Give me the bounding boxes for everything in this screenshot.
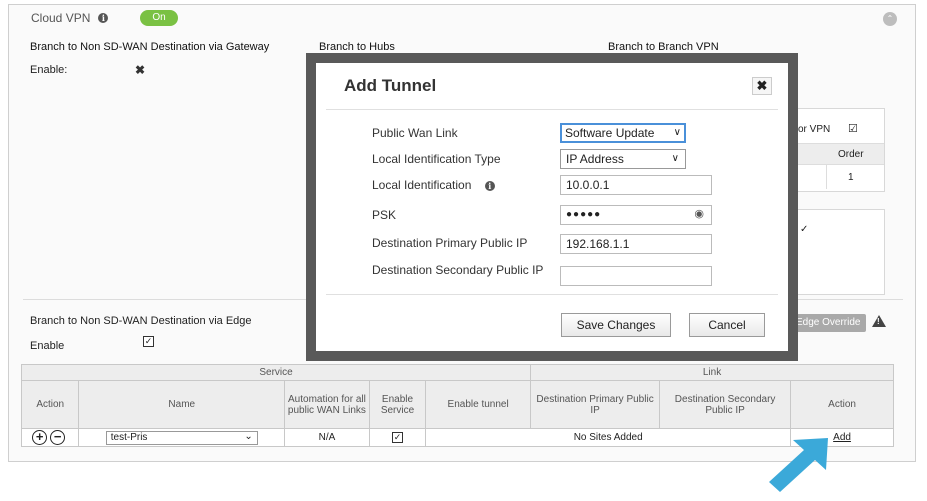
vpn-label: or VPN bbox=[798, 124, 831, 135]
local-id-input[interactable]: 10.0.0.1 bbox=[560, 175, 712, 195]
local-id-label-text: Local Identification bbox=[372, 178, 472, 192]
edge-section-title: Branch to Non SD-WAN Destination via Edg… bbox=[30, 315, 252, 327]
gateway-enable-x-icon[interactable]: ✖ bbox=[135, 63, 145, 77]
enable-service-checkbox[interactable]: ✓ bbox=[391, 432, 403, 443]
no-sites-cell: No Sites Added bbox=[425, 428, 792, 447]
add-row-button[interactable]: + bbox=[32, 430, 48, 445]
pointer-arrow bbox=[769, 438, 828, 492]
modal-backdrop-frame: Add Tunnel ✖ Public Wan Link Software Up… bbox=[306, 53, 798, 361]
save-changes-button[interactable]: Save Changes bbox=[561, 313, 671, 337]
automation-header: Automation for all public WAN Links bbox=[284, 380, 370, 429]
cancel-button[interactable]: Cancel bbox=[689, 313, 765, 337]
info-icon[interactable]: i bbox=[484, 181, 495, 191]
psk-value: ●●●●● bbox=[566, 209, 602, 220]
public-wan-link-value: Software Update bbox=[565, 126, 655, 140]
enable-service-header: Enable Service bbox=[368, 380, 427, 429]
local-id-type-value: IP Address bbox=[566, 152, 624, 166]
checkmark-icon: ✓ bbox=[800, 224, 809, 235]
order-divider bbox=[826, 165, 827, 189]
row-name-cell: test-Pris ⌄ bbox=[78, 428, 286, 447]
dialog-body: Public Wan Link Software Update ∨ Local I… bbox=[326, 109, 778, 295]
dest-secondary-header: Destination Secondary Public IP bbox=[659, 380, 792, 429]
edge-enable-label: Enable bbox=[30, 340, 65, 352]
dest-primary-label: Destination Primary Public IP bbox=[372, 236, 528, 250]
automation-cell: N/A bbox=[284, 428, 370, 447]
warning-icon: ! bbox=[872, 315, 886, 327]
psk-label: PSK bbox=[372, 208, 397, 222]
name-header: Name bbox=[78, 380, 286, 429]
eye-icon[interactable]: ◉ bbox=[694, 205, 705, 223]
add-tunnel-link[interactable]: Add bbox=[833, 432, 851, 443]
action2-header: Action bbox=[790, 380, 894, 429]
collapse-icon[interactable]: ⌃ bbox=[883, 12, 897, 26]
vpn-checkbox-icon[interactable]: ☑ bbox=[848, 122, 858, 135]
order-header-row: Order bbox=[798, 143, 884, 165]
dest-secondary-label: Destination Secondary Public IP bbox=[372, 263, 544, 277]
hub-order-box: or VPN ☑ Order 1 bbox=[795, 108, 885, 192]
panel-title: Cloud VPN bbox=[31, 11, 91, 25]
remove-row-button[interactable]: − bbox=[50, 430, 66, 445]
local-id-type-select[interactable]: IP Address ∨ bbox=[560, 149, 686, 169]
dest-primary-input[interactable]: 192.168.1.1 bbox=[560, 234, 712, 254]
gateway-enable-label: Enable: bbox=[30, 64, 68, 76]
chevron-down-icon: ∨ bbox=[673, 127, 681, 138]
panel-header: Cloud VPN i On bbox=[9, 5, 915, 31]
action-header: Action bbox=[20, 380, 80, 429]
dest-secondary-input[interactable] bbox=[560, 266, 712, 286]
service-name-value: test-Pris bbox=[110, 431, 148, 443]
dest-primary-header: Destination Primary Public IP bbox=[530, 380, 661, 429]
table-row: + − test-Pris ⌄ N/A ✓ No Sites Added Add bbox=[20, 428, 894, 447]
branch-vpn-section-title: Branch to Branch VPN bbox=[608, 41, 719, 53]
dialog-title: Add Tunnel bbox=[344, 76, 437, 95]
local-id-type-label: Local Identification Type bbox=[372, 152, 501, 166]
cloud-vpn-toggle[interactable]: On bbox=[140, 10, 178, 26]
edge-override-button[interactable]: Edge Override bbox=[788, 314, 866, 332]
right-info-box: ✓ bbox=[795, 209, 885, 295]
chevron-down-icon: ∨ bbox=[671, 153, 679, 164]
row-actions: + − bbox=[20, 428, 80, 447]
order-header: Order bbox=[838, 149, 864, 160]
order-value: 1 bbox=[848, 172, 854, 183]
local-id-label: Local Identification i bbox=[372, 178, 495, 192]
hubs-section-title: Branch to Hubs bbox=[319, 41, 395, 53]
service-group-header: Service bbox=[20, 364, 532, 381]
chevron-down-icon: ⌄ bbox=[244, 430, 253, 442]
close-icon[interactable]: ✖ bbox=[752, 77, 772, 95]
link-group-header: Link bbox=[530, 364, 894, 381]
public-wan-link-label: Public Wan Link bbox=[372, 126, 458, 140]
enable-tunnel-header: Enable tunnel bbox=[425, 380, 532, 429]
info-icon[interactable]: i bbox=[98, 13, 109, 23]
enable-service-cell: ✓ bbox=[368, 428, 427, 447]
gateway-section-title: Branch to Non SD-WAN Destination via Gat… bbox=[30, 41, 270, 53]
edge-services-table: Service Link Action Name Automation for … bbox=[20, 364, 894, 447]
psk-input[interactable]: ●●●●● ◉ bbox=[560, 205, 712, 225]
add-tunnel-dialog: Add Tunnel ✖ Public Wan Link Software Up… bbox=[316, 63, 788, 351]
edge-enable-checkbox[interactable]: ✓ bbox=[143, 336, 154, 347]
service-name-select[interactable]: test-Pris ⌄ bbox=[105, 430, 258, 445]
public-wan-link-select[interactable]: Software Update ∨ bbox=[560, 123, 686, 143]
